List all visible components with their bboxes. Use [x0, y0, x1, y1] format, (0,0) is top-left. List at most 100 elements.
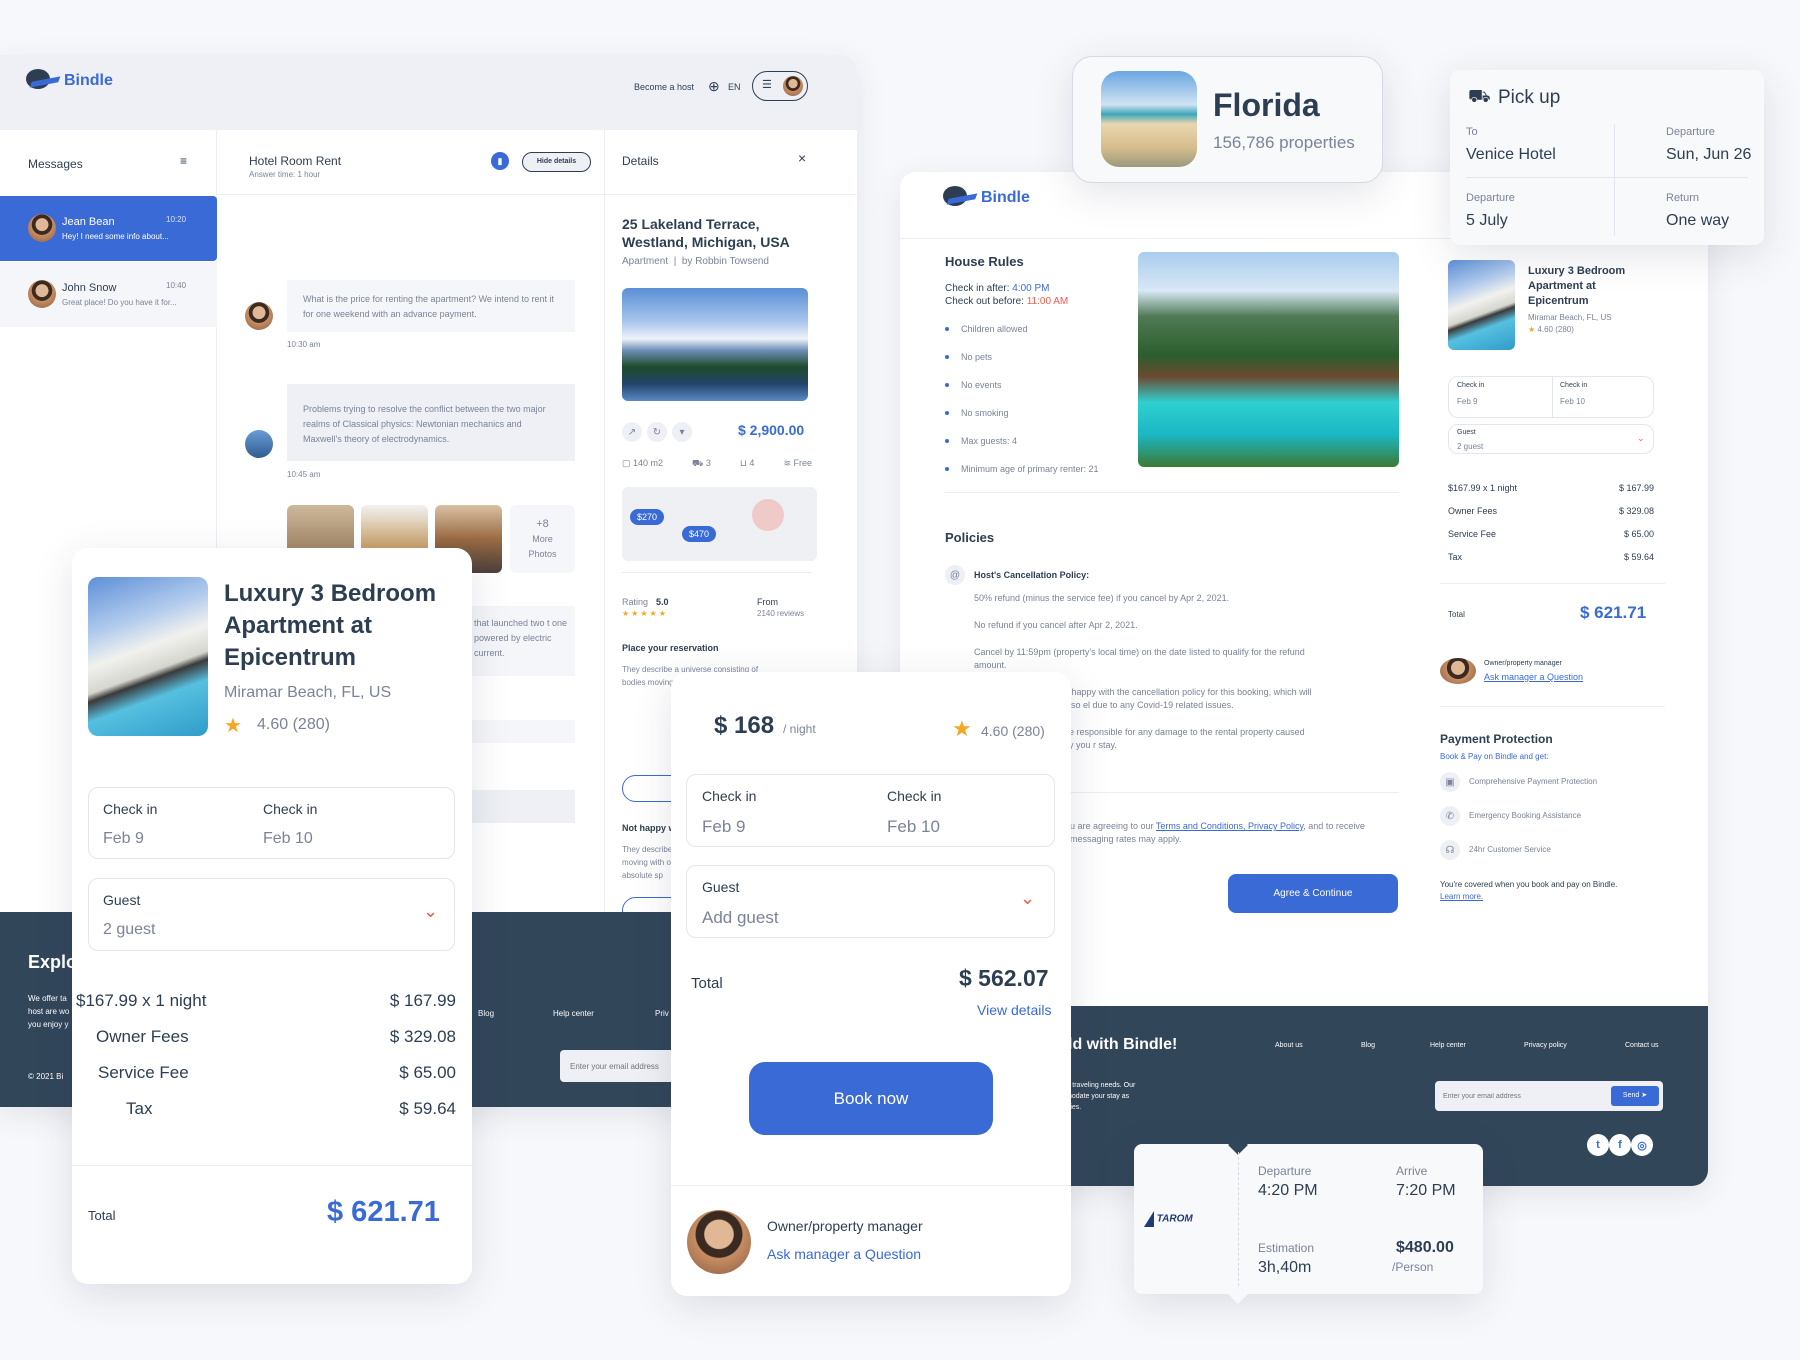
- footer-link-help[interactable]: Help center: [553, 1009, 594, 1018]
- footer-link-about[interactable]: About us: [1275, 1042, 1303, 1049]
- price-breakdown: $167.99 x 1 night $ 167.99 Owner Fees $ 32…: [1448, 483, 1654, 562]
- guest-selector[interactable]: Guest 2 guest ⌄: [88, 878, 455, 951]
- property-owner: by Robbin Towsend: [681, 256, 769, 267]
- destination-value: Venice Hotel: [1466, 146, 1556, 163]
- conversation-item[interactable]: John Snow 10:40 Great place! Do you have…: [0, 262, 217, 327]
- guest-selector[interactable]: Guest Add guest ⌄: [686, 865, 1055, 938]
- location-icon[interactable]: ▾: [672, 422, 692, 442]
- airline-logo: TAROM: [1144, 1211, 1193, 1227]
- flight-duration: 3h,40m: [1258, 1259, 1312, 1276]
- departure-date: Sun, Jun 26: [1666, 146, 1752, 163]
- house-rules-title: House Rules: [945, 254, 1024, 269]
- agree-continue-button[interactable]: Agree & Continue: [1228, 874, 1398, 913]
- property-image: [622, 288, 808, 401]
- user-menu-button[interactable]: ☰: [752, 71, 808, 101]
- manager-avatar: [1440, 658, 1476, 684]
- guest-selector[interactable]: Guest 2 guest ⌄: [1448, 424, 1654, 454]
- chevron-down-icon: ⌄: [423, 901, 439, 921]
- nightly-price: $ 168: [714, 712, 775, 739]
- rule-item: No pets: [945, 352, 1099, 362]
- pickup-card: ⛟ Pick up To Venice Hotel Departure Sun,…: [1450, 70, 1764, 245]
- learn-more-link[interactable]: Learn more.: [1440, 892, 1483, 901]
- message-preview: Great place! Do you have it for...: [62, 298, 177, 307]
- property-rating: 4.60 (280): [257, 716, 330, 733]
- contact-avatar: [28, 214, 56, 242]
- message-time: 10:45 am: [287, 470, 321, 479]
- footer-link-contact[interactable]: Contact us: [1625, 1042, 1658, 1049]
- map-price-pin[interactable]: $270: [630, 509, 665, 525]
- hide-details-button[interactable]: Hide details: [522, 152, 591, 172]
- rule-item: No smoking: [945, 408, 1099, 418]
- from-label: From: [757, 597, 778, 607]
- more-photos-button[interactable]: +8 More Photos: [510, 505, 575, 573]
- facebook-icon[interactable]: f: [1609, 1134, 1631, 1156]
- property-location: Miramar Beach, FL, US: [1528, 313, 1612, 322]
- protection-item: 24hr Customer Service: [1469, 845, 1551, 854]
- review-count: 2140 reviews: [757, 609, 805, 618]
- filter-icon[interactable]: ≡: [180, 154, 187, 168]
- protection-title: Payment Protection: [1440, 732, 1553, 746]
- date-selector[interactable]: Check in Feb 9 Check in Feb 10: [1448, 376, 1654, 418]
- contact-name: Jean Bean: [62, 216, 115, 228]
- guest-value: 2 guest: [1457, 442, 1484, 451]
- rule-item: Minimum age of primary renter: 21: [945, 464, 1099, 474]
- footer-link-help[interactable]: Help center: [1430, 1042, 1466, 1049]
- agreement-text: u are agreeing to our Terms and Conditio…: [1070, 821, 1365, 844]
- footer-text: r traveling needs. Our nodate your stay …: [1068, 1082, 1136, 1111]
- map-location-marker: [752, 499, 784, 531]
- map[interactable]: $270 $470: [622, 487, 817, 561]
- total-price: $ 621.71: [327, 1196, 440, 1228]
- protection-note: You're covered when you book and pay on …: [1440, 880, 1618, 889]
- price-breakdown: $167.99 x 1 night $ 167.99 Owner Fees $ 32…: [76, 991, 456, 1118]
- reservation-title: Place your reservation: [622, 643, 719, 653]
- checkout-time: 11:00 AM: [1026, 296, 1069, 307]
- become-host-link[interactable]: Become a host: [634, 82, 694, 92]
- bookmark-icon[interactable]: ▮: [491, 152, 509, 170]
- brand-logo[interactable]: Bindle: [943, 186, 1030, 210]
- check-times: Check in after: 4:00 PM Check out before…: [945, 283, 1069, 307]
- view-details-link[interactable]: View details: [977, 1002, 1051, 1018]
- total-label: Total: [691, 975, 723, 992]
- host-policy-title: Host's Cancellation Policy:: [974, 570, 1090, 580]
- terms-link[interactable]: Terms and Conditions, Privacy Policy: [1156, 821, 1303, 831]
- flight-price: $480.00: [1396, 1239, 1454, 1256]
- flight-ticket[interactable]: TAROM Departure 4:20 PM Arrive 7:20 PM E…: [1134, 1135, 1483, 1304]
- policy-line: 50% refund (minus the service fee) if yo…: [974, 593, 1230, 603]
- footer-link-blog[interactable]: Blog: [478, 1009, 494, 1018]
- headset-icon: ☊: [1440, 840, 1460, 860]
- conversation-item[interactable]: Jean Bean 10:20 Hey! I need some info ab…: [0, 196, 217, 261]
- contact-avatar: [28, 280, 56, 308]
- brand-logo[interactable]: Bindle: [26, 69, 113, 93]
- footer-link-privacy[interactable]: Priv: [655, 1009, 669, 1018]
- destination-card[interactable]: Florida 156,786 properties: [1072, 56, 1383, 183]
- price-unit: /Person: [1392, 1260, 1434, 1274]
- globe-icon[interactable]: ⊕: [708, 78, 720, 95]
- ask-manager-link[interactable]: Ask manager a Question: [767, 1246, 921, 1262]
- ask-manager-link[interactable]: Ask manager a Question: [1484, 672, 1583, 682]
- map-price-pin[interactable]: $470: [682, 526, 717, 542]
- resort-image: [1138, 252, 1399, 467]
- date-selector[interactable]: Check in Feb 9 Check in Feb 10: [88, 787, 455, 859]
- twitter-icon[interactable]: t: [1587, 1134, 1609, 1156]
- protection-item: Emergency Booking Assistance: [1469, 811, 1582, 820]
- instagram-icon[interactable]: ◎: [1631, 1134, 1653, 1156]
- footer-link-privacy[interactable]: Privacy policy: [1524, 1042, 1567, 1049]
- language-selector[interactable]: EN: [728, 82, 741, 92]
- date-selector[interactable]: Check in Feb 9 Check in Feb 10: [686, 774, 1055, 847]
- chat-title: Hotel Room Rent: [249, 154, 342, 168]
- house-rules-list: Children allowed No pets No events No sm…: [945, 324, 1099, 492]
- refresh-icon[interactable]: ↻: [647, 422, 667, 442]
- checkin-date: Feb 9: [702, 817, 746, 836]
- close-icon[interactable]: ×: [798, 150, 806, 166]
- newsletter-email-input[interactable]: [1435, 1081, 1605, 1111]
- send-button[interactable]: Send ➤: [1611, 1086, 1659, 1106]
- departure-label: Departure: [1666, 126, 1715, 138]
- footer-link-blog[interactable]: Blog: [1361, 1042, 1375, 1049]
- return-label: Return: [1666, 192, 1700, 204]
- checkin-date: Feb 9: [1457, 397, 1478, 406]
- message-bubble: Problems trying to resolve the conflict …: [287, 384, 575, 461]
- property-rating: 4.60 (280): [1537, 325, 1574, 334]
- checkout-date: Feb 10: [887, 817, 940, 836]
- share-icon[interactable]: ↗: [622, 422, 642, 442]
- book-now-button[interactable]: Book now: [749, 1062, 993, 1135]
